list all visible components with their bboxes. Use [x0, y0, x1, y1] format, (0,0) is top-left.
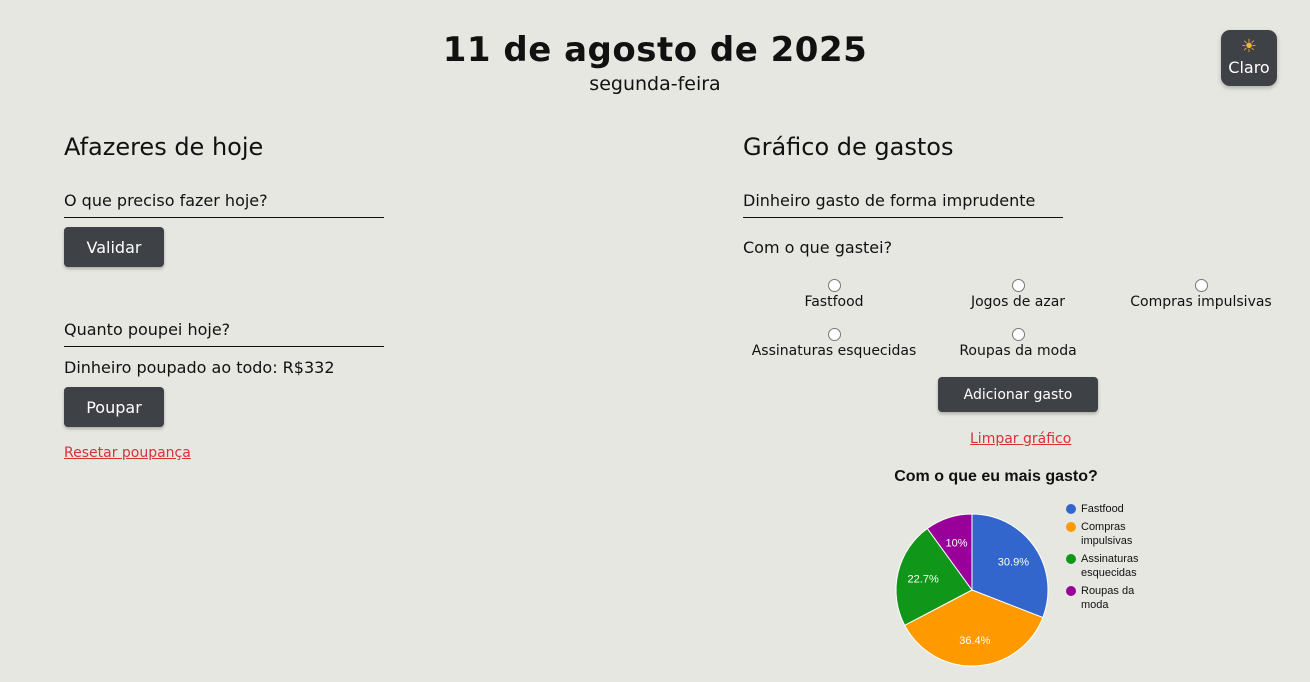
- validate-button[interactable]: Validar: [64, 227, 164, 267]
- option-roupas-da-moda[interactable]: Roupas da moda: [928, 328, 1108, 359]
- radio-jogos-de-azar[interactable]: [1011, 279, 1025, 292]
- expense-amount-field: [743, 183, 1063, 218]
- legend-label-2: Assinaturas esquecidas: [1081, 553, 1139, 579]
- savings-field: [64, 312, 384, 347]
- save-button[interactable]: Poupar: [64, 387, 164, 427]
- radio-fastfood[interactable]: [827, 279, 841, 292]
- pie-label-1: 36.4%: [959, 635, 990, 647]
- legend-swatch-3: [1066, 586, 1076, 596]
- current-date: 11 de agosto de 2025: [442, 30, 868, 70]
- todo-field: [64, 183, 384, 218]
- theme-toggle-button[interactable]: ☀ Claro: [1221, 30, 1277, 86]
- reset-savings-link[interactable]: Resetar poupança: [64, 445, 191, 461]
- savings-total: Dinheiro poupado ao todo: R$332: [64, 358, 335, 377]
- pie-slice-0: [971, 513, 1049, 619]
- radio-roupas-da-moda[interactable]: [1011, 328, 1025, 341]
- theme-toggle-label: Claro: [1228, 58, 1270, 77]
- legend-item-0: Fastfood: [1066, 502, 1161, 516]
- legend-swatch-0: [1066, 504, 1076, 514]
- legend-label-3: Roupas da moda: [1081, 585, 1135, 611]
- pie-slice-1: [904, 589, 1044, 667]
- legend-item-3: Roupas da moda: [1066, 584, 1161, 612]
- expense-amount-input[interactable]: [743, 183, 1063, 217]
- radio-assinaturas-esquecidas[interactable]: [827, 328, 841, 341]
- chart-title: Com o que eu mais gasto?: [894, 468, 1098, 485]
- legend-swatch-2: [1066, 554, 1076, 564]
- pie-slice-3: [926, 513, 973, 592]
- option-jogos-de-azar[interactable]: Jogos de azar: [928, 279, 1108, 310]
- date-header: 11 de agosto de 2025 segunda-feira: [0, 28, 1310, 96]
- todo-input[interactable]: [64, 183, 384, 217]
- legend-item-2: Assinaturas esquecidas: [1066, 552, 1161, 580]
- pie-label-2: 22.7%: [908, 574, 939, 586]
- savings-input[interactable]: [64, 312, 384, 346]
- radio-compras-impulsivas[interactable]: [1194, 279, 1208, 292]
- legend-item-1: Compras impulsivas: [1066, 520, 1161, 548]
- expenses-title: Gráfico de gastos: [743, 133, 954, 161]
- pie-label-3: 10%: [945, 537, 967, 549]
- legend-swatch-1: [1066, 522, 1076, 532]
- legend-label-0: Fastfood: [1081, 503, 1124, 515]
- legend-label-1: Compras impulsivas: [1081, 521, 1133, 547]
- option-assinaturas-esquecidas[interactable]: Assinaturas esquecidas: [744, 328, 924, 359]
- current-weekday: segunda-feira: [589, 73, 721, 95]
- option-compras-impulsivas[interactable]: Compras impulsivas: [1111, 279, 1291, 310]
- add-expense-button[interactable]: Adicionar gasto: [938, 377, 1098, 412]
- clear-chart-link[interactable]: Limpar gráfico: [970, 431, 1071, 447]
- sun-icon: ☀: [1240, 36, 1258, 57]
- pie-label-0: 30.9%: [998, 557, 1029, 569]
- expense-question: Com o que gastei?: [743, 238, 893, 257]
- todos-title: Afazeres de hoje: [64, 133, 264, 161]
- pie-slice-2: [895, 527, 973, 627]
- option-fastfood[interactable]: Fastfood: [744, 279, 924, 310]
